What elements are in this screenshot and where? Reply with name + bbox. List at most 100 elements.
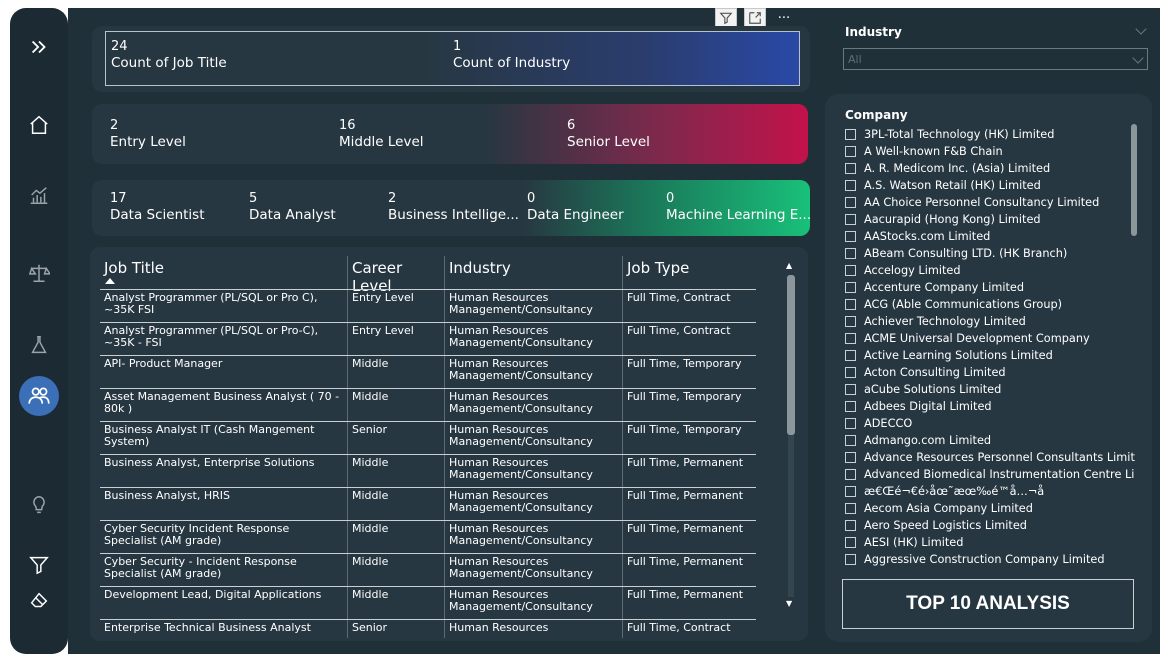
list-item[interactable]: ABeam Consulting LTD. (HK Branch) [845, 245, 1135, 262]
checkbox[interactable] [845, 248, 856, 259]
column-header-job-title[interactable]: Job Title [100, 256, 348, 290]
checkbox[interactable] [845, 316, 856, 327]
list-item[interactable]: ACME Universal Development Company [845, 330, 1135, 347]
table-cell: Human Resources Management/Consultancy [445, 587, 623, 619]
list-item[interactable]: 3PL-Total Technology (HK) Limited [845, 126, 1135, 143]
list-item[interactable]: Adbees Digital Limited [845, 398, 1135, 415]
checkbox[interactable] [845, 384, 856, 395]
checkbox[interactable] [845, 299, 856, 310]
company-list-scrollbar[interactable] [1131, 124, 1137, 236]
list-item[interactable]: Accelogy Limited [845, 262, 1135, 279]
filter-icon[interactable] [24, 550, 54, 580]
table-scrollbar[interactable]: ▲ ▼ [786, 261, 796, 611]
scroll-thumb[interactable] [787, 275, 795, 435]
list-item[interactable]: ACG (Able Communications Group) [845, 296, 1135, 313]
table-row[interactable]: Asset Management Business Analyst ( 70 -… [100, 388, 756, 421]
table-row[interactable]: Enterprise Technical Business Analyst Sen… [100, 619, 756, 638]
company-label: Active Learning Solutions Limited [864, 349, 1053, 362]
list-item[interactable]: A.S. Watson Retail (HK) Limited [845, 177, 1135, 194]
checkbox[interactable] [845, 503, 856, 514]
focus-mode-icon[interactable] [744, 8, 766, 28]
checkbox[interactable] [845, 265, 856, 276]
company-label: Accenture Company Limited [864, 281, 1025, 294]
checkbox[interactable] [845, 469, 856, 480]
list-item[interactable]: Acton Consulting Limited [845, 364, 1135, 381]
checkbox[interactable] [845, 520, 856, 531]
chart-icon[interactable] [24, 180, 54, 210]
table-cell: Human Resources Management/Consultancy [445, 455, 623, 487]
list-item[interactable]: æ€Œé¬€é›åœ˜æœ‰é™å…¬å [845, 483, 1135, 500]
list-item[interactable]: Advanced Biomedical Instrumentation Cent… [845, 466, 1135, 483]
list-item[interactable]: Active Learning Solutions Limited [845, 347, 1135, 364]
filter-icon[interactable] [715, 8, 737, 28]
list-item[interactable]: AESI (HK) Limited [845, 534, 1135, 551]
kpi-data-engineer: 0 Data Engineer [527, 191, 624, 223]
table-row[interactable]: Cyber Security Incident Response Special… [100, 520, 756, 553]
eraser-icon[interactable] [24, 586, 54, 616]
top-10-analysis-button[interactable]: TOP 10 ANALYSIS [842, 579, 1134, 629]
list-item[interactable]: Admango.com Limited [845, 432, 1135, 449]
checkbox[interactable] [845, 554, 856, 565]
checkbox[interactable] [845, 367, 856, 378]
lightbulb-icon[interactable] [24, 490, 54, 520]
checkbox[interactable] [845, 537, 856, 548]
table-row[interactable]: Analyst Programmer (PL/SQL or Pro-C), ~3… [100, 322, 756, 355]
checkbox[interactable] [845, 282, 856, 293]
table-cell: Middle [348, 356, 445, 388]
checkbox[interactable] [845, 146, 856, 157]
checkbox[interactable] [845, 129, 856, 140]
table-cell: Human Resources Management/Consultancy [445, 488, 623, 520]
balance-scale-icon[interactable] [24, 258, 54, 288]
scroll-up-icon[interactable]: ▲ [786, 261, 792, 270]
list-item[interactable]: Aggressive Construction Company Limited [845, 551, 1135, 566]
list-item[interactable]: A. R. Medicom Inc. (Asia) Limited [845, 160, 1135, 177]
table-cell: Cyber Security Incident Response Special… [100, 521, 348, 553]
checkbox[interactable] [845, 231, 856, 242]
scroll-down-icon[interactable]: ▼ [786, 599, 792, 608]
checkbox[interactable] [845, 452, 856, 463]
checkbox[interactable] [845, 180, 856, 191]
list-item[interactable]: Aecom Asia Company Limited [845, 500, 1135, 517]
checkbox[interactable] [845, 333, 856, 344]
list-item[interactable]: Achiever Technology Limited [845, 313, 1135, 330]
table-cell: Full Time, Permanent [627, 522, 744, 535]
list-item[interactable]: A Well-known F&B Chain [845, 143, 1135, 160]
home-icon[interactable] [24, 110, 54, 140]
list-item[interactable]: AA Choice Personnel Consultancy Limited [845, 194, 1135, 211]
list-item[interactable]: Aero Speed Logistics Limited [845, 517, 1135, 534]
list-item[interactable]: Aacurapid (Hong Kong) Limited [845, 211, 1135, 228]
checkbox[interactable] [845, 435, 856, 446]
table-row[interactable]: Business Analyst IT (Cash Mangement Syst… [100, 421, 756, 454]
list-item[interactable]: Advance Resources Personnel Consultants … [845, 449, 1135, 466]
industry-dropdown[interactable]: All [843, 48, 1148, 70]
company-label: ACG (Able Communications Group) [864, 298, 1063, 311]
kpi-card-career-levels[interactable] [92, 104, 808, 164]
table-row[interactable]: Business Analyst, Enterprise Solutions Mi… [100, 454, 756, 487]
column-header-job-type[interactable]: Job Type [623, 256, 756, 290]
checkbox[interactable] [845, 214, 856, 225]
table-row[interactable]: API- Product Manager Middle Human Resource… [100, 355, 756, 388]
list-item[interactable]: aCube Solutions Limited [845, 381, 1135, 398]
table-row[interactable]: Business Analyst, HRIS Middle Human Resour… [100, 487, 756, 520]
expand-icon[interactable] [24, 32, 54, 62]
table-row[interactable]: Development Lead, Digital Applications Mi… [100, 586, 756, 619]
table-row[interactable]: Cyber Security - Incident Response Speci… [100, 553, 756, 586]
checkbox[interactable] [845, 401, 856, 412]
table-cell: Middle [348, 488, 445, 520]
table-row[interactable]: Analyst Programmer (PL/SQL or Pro C), ~3… [100, 289, 756, 322]
table-cell: Entry Level [348, 290, 445, 322]
checkbox[interactable] [845, 418, 856, 429]
checkbox[interactable] [845, 486, 856, 497]
checkbox[interactable] [845, 350, 856, 361]
list-item[interactable]: AAStocks.com Limited [845, 228, 1135, 245]
company-label: Aacurapid (Hong Kong) Limited [864, 213, 1041, 226]
column-header-industry[interactable]: Industry [445, 256, 623, 290]
column-header-career-level[interactable]: Career Level [348, 256, 445, 295]
checkbox[interactable] [845, 197, 856, 208]
people-icon[interactable] [19, 376, 59, 416]
more-options-icon[interactable]: ··· [773, 8, 795, 28]
list-item[interactable]: Accenture Company Limited [845, 279, 1135, 296]
checkbox[interactable] [845, 163, 856, 174]
list-item[interactable]: ADECCO [845, 415, 1135, 432]
flask-icon[interactable] [24, 330, 54, 360]
